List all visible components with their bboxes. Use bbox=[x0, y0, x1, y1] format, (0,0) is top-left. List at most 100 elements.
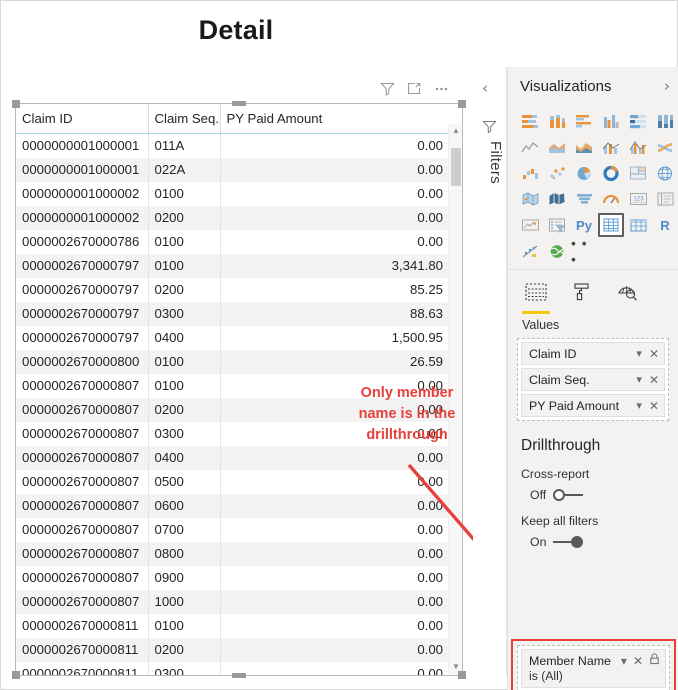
chevron-right-icon[interactable]: › bbox=[664, 77, 670, 95]
hundred-percent-stacked-bar-chart-icon[interactable] bbox=[625, 109, 651, 133]
table-icon[interactable] bbox=[598, 213, 624, 237]
chevron-left-icon[interactable]: ‹ bbox=[482, 79, 488, 97]
matrix-icon[interactable] bbox=[625, 213, 651, 237]
ribbon-chart-icon[interactable] bbox=[652, 135, 678, 159]
drillthrough-filter-well[interactable]: Member Name ▾ ✕ is (All) bbox=[517, 645, 670, 690]
filled-map-icon[interactable] bbox=[517, 187, 543, 211]
cell-py-paid-amount: 0.00 bbox=[219, 469, 449, 494]
table-row[interactable]: 0000000001000002 0100 0.00 bbox=[16, 181, 449, 206]
keep-all-filters-toggle-row[interactable]: On bbox=[508, 528, 678, 549]
cell-claim-id: 0000000001000001 bbox=[16, 157, 148, 182]
python-visual-label: Py bbox=[576, 217, 592, 233]
chevron-down-icon[interactable]: ▾ bbox=[636, 373, 642, 386]
multi-row-card-icon[interactable] bbox=[652, 187, 678, 211]
table-row[interactable]: 0000000001000001 011A 0.00 bbox=[16, 133, 449, 158]
table-row[interactable]: 0000002670000807 1000 0.00 bbox=[16, 589, 449, 614]
values-well[interactable]: Claim ID ▾ ✕ Claim Seq. ▾ ✕ PY Paid Amou… bbox=[517, 338, 669, 421]
scrollbar-thumb[interactable] bbox=[451, 148, 461, 186]
column-header-claim-id[interactable]: Claim ID bbox=[16, 104, 148, 134]
pie-chart-icon[interactable] bbox=[571, 161, 597, 185]
cell-py-paid-amount: 0.00 bbox=[219, 637, 449, 662]
remove-filter-icon[interactable]: ✕ bbox=[633, 654, 643, 668]
more-options-icon[interactable] bbox=[433, 80, 450, 97]
donut-chart-icon[interactable] bbox=[598, 161, 624, 185]
table-row[interactable]: 0000002670000807 0500 0.00 bbox=[16, 469, 449, 494]
chevron-down-icon[interactable]: ▾ bbox=[636, 347, 642, 360]
pane-tabs bbox=[508, 270, 678, 314]
filters-pane-collapsed[interactable]: ‹ Filters bbox=[473, 67, 507, 677]
map-icon[interactable] bbox=[652, 161, 678, 185]
gauge-chart-icon[interactable] bbox=[598, 187, 624, 211]
stacked-bar-chart-icon[interactable] bbox=[517, 109, 543, 133]
column-header-py-paid-amount[interactable]: PY Paid Amount bbox=[219, 104, 449, 134]
table-row[interactable]: 0000000001000001 022A 0.00 bbox=[16, 157, 449, 182]
field-chip-py-paid-amount[interactable]: PY Paid Amount ▾ ✕ bbox=[521, 394, 665, 417]
treemap-icon[interactable] bbox=[625, 161, 651, 185]
resize-handle-top-middle[interactable] bbox=[232, 101, 246, 106]
table-row[interactable]: 0000002670000811 0200 0.00 bbox=[16, 637, 449, 662]
table-row[interactable]: 0000002670000786 0100 0.00 bbox=[16, 229, 449, 254]
table-row[interactable]: 0000002670000807 0700 0.00 bbox=[16, 517, 449, 542]
remove-field-icon[interactable]: ✕ bbox=[649, 373, 659, 387]
hundred-percent-stacked-column-chart-icon[interactable] bbox=[652, 109, 678, 133]
chevron-down-icon[interactable]: ▾ bbox=[636, 399, 642, 412]
keep-all-filters-label: Keep all filters bbox=[521, 514, 599, 528]
arcgis-map-icon[interactable] bbox=[544, 239, 570, 263]
more-visuals-icon[interactable]: • • • bbox=[571, 235, 597, 267]
fields-tab[interactable] bbox=[522, 282, 550, 314]
funnel-chart-icon[interactable] bbox=[571, 187, 597, 211]
clustered-column-chart-icon[interactable] bbox=[598, 109, 624, 133]
clustered-bar-chart-icon[interactable] bbox=[571, 109, 597, 133]
filter-icon[interactable] bbox=[379, 80, 396, 97]
column-header-claim-seq[interactable]: Claim Seq. bbox=[147, 104, 220, 134]
r-visual-icon[interactable]: R bbox=[652, 213, 678, 237]
cross-report-toggle[interactable] bbox=[553, 489, 584, 501]
scroll-up-arrow-icon[interactable]: ▲ bbox=[449, 124, 463, 138]
line-chart-icon[interactable] bbox=[517, 135, 543, 159]
line-and-clustered-column-chart-icon[interactable] bbox=[625, 135, 651, 159]
table-row[interactable]: 0000002670000800 0100 26.59 bbox=[16, 349, 449, 374]
table-row[interactable]: 0000002670000797 0100 3,341.80 bbox=[16, 253, 449, 278]
area-chart-icon[interactable] bbox=[544, 135, 570, 159]
chevron-down-icon[interactable]: ▾ bbox=[621, 654, 627, 668]
waterfall-chart-icon[interactable] bbox=[517, 161, 543, 185]
cell-py-paid-amount: 0.00 bbox=[219, 445, 449, 470]
table-row[interactable]: 0000002670000807 0800 0.00 bbox=[16, 541, 449, 566]
card-icon[interactable]: 123 bbox=[625, 187, 651, 211]
python-visual-icon[interactable]: Py bbox=[571, 213, 597, 237]
field-chip-claim-id[interactable]: Claim ID ▾ ✕ bbox=[521, 342, 665, 365]
table-row[interactable]: 0000002670000797 0200 85.25 bbox=[16, 277, 449, 302]
analytics-tab[interactable] bbox=[614, 282, 642, 314]
table-row[interactable]: 0000002670000807 0400 0.00 bbox=[16, 445, 449, 470]
field-chip-claim-seq[interactable]: Claim Seq. ▾ ✕ bbox=[521, 368, 665, 391]
scatter-chart-icon[interactable] bbox=[544, 161, 570, 185]
resize-handle-top-right[interactable] bbox=[458, 100, 466, 108]
table-row[interactable]: 0000002670000797 0400 1,500.95 bbox=[16, 325, 449, 350]
cross-report-toggle-row[interactable]: Off bbox=[508, 481, 678, 502]
remove-field-icon[interactable]: ✕ bbox=[649, 347, 659, 361]
stacked-area-chart-icon[interactable] bbox=[571, 135, 597, 159]
remove-field-icon[interactable]: ✕ bbox=[649, 399, 659, 413]
resize-handle-bottom-middle[interactable] bbox=[232, 673, 246, 678]
key-influencers-icon[interactable] bbox=[517, 239, 543, 263]
cell-claim-id: 0000002670000807 bbox=[22, 377, 140, 393]
kpi-icon[interactable] bbox=[517, 213, 543, 237]
table-row[interactable]: 0000000001000002 0200 0.00 bbox=[16, 205, 449, 230]
drillthrough-filter-card[interactable]: Member Name ▾ ✕ is (All) bbox=[521, 649, 666, 688]
slicer-icon[interactable] bbox=[544, 213, 570, 237]
table-row[interactable]: 0000002670000811 0100 0.00 bbox=[16, 613, 449, 638]
line-and-stacked-column-chart-icon[interactable] bbox=[598, 135, 624, 159]
format-tab[interactable] bbox=[568, 282, 596, 314]
resize-handle-bottom-right[interactable] bbox=[458, 671, 466, 679]
resize-handle-top-left[interactable] bbox=[12, 100, 20, 108]
cell-claim-id: 0000002670000807 bbox=[22, 521, 140, 537]
stacked-column-chart-icon[interactable] bbox=[544, 109, 570, 133]
shape-map-icon[interactable] bbox=[544, 187, 570, 211]
keep-all-filters-toggle[interactable] bbox=[553, 536, 584, 548]
table-row[interactable]: 0000002670000807 0600 0.00 bbox=[16, 493, 449, 518]
focus-mode-icon[interactable] bbox=[406, 80, 423, 97]
table-row[interactable]: 0000002670000797 0300 88.63 bbox=[16, 301, 449, 326]
resize-handle-bottom-left[interactable] bbox=[12, 671, 20, 679]
table-row[interactable]: 0000002670000807 0900 0.00 bbox=[16, 565, 449, 590]
lock-icon[interactable] bbox=[649, 653, 660, 668]
